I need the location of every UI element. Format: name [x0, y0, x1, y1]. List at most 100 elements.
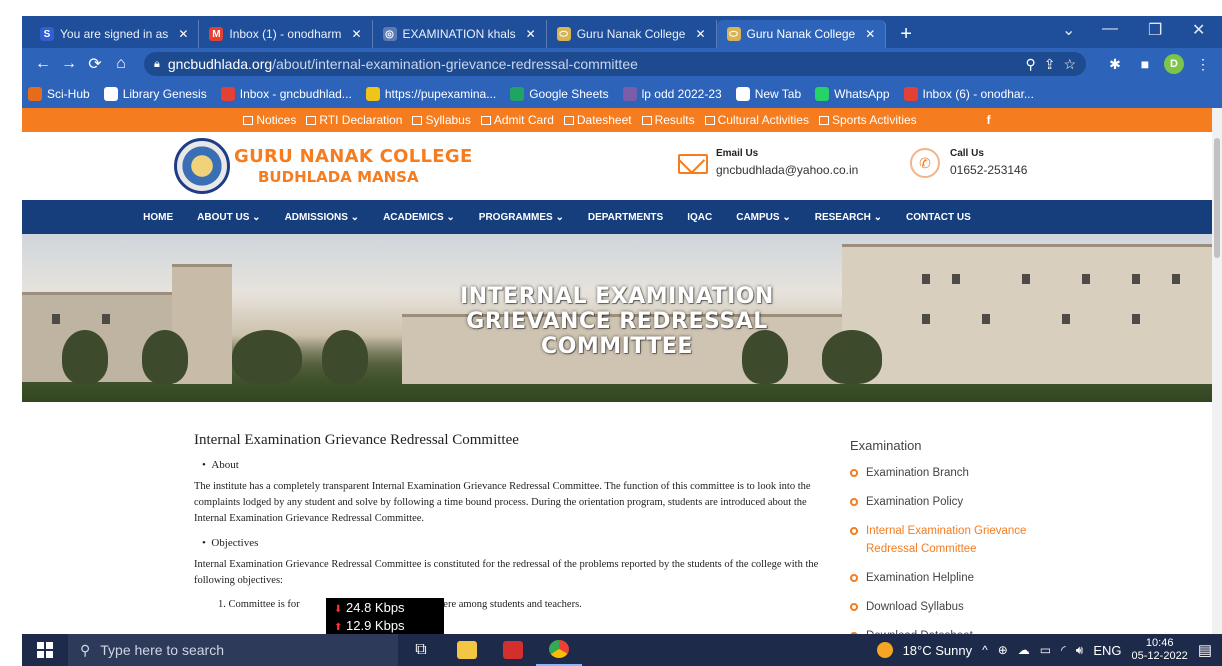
bullet-circle-icon — [850, 603, 858, 611]
tab-search-chevron-icon[interactable]: ⌄ — [1062, 20, 1075, 40]
wifi-icon[interactable]: ◜ — [1061, 643, 1066, 657]
bookmark-label: lp odd 2022-23 — [641, 87, 722, 101]
forward-icon[interactable]: → — [56, 55, 82, 73]
link-icon — [563, 115, 574, 125]
quick-link[interactable]: RTI Declaration — [306, 113, 402, 127]
link-icon — [818, 115, 829, 125]
tab-title: You are signed in as — [60, 27, 169, 41]
close-window-icon[interactable]: ✕ — [1192, 20, 1205, 40]
sidebar-link[interactable]: Internal Examination Grievance Redressal… — [850, 522, 1070, 558]
notification-icon[interactable]: ▤ — [1198, 641, 1212, 659]
bookmark-item[interactable]: Inbox (6) - onodhar... — [903, 87, 1034, 101]
bookmark-item[interactable]: WhatsApp — [815, 87, 890, 101]
tab-close-icon[interactable]: ✕ — [695, 27, 705, 41]
bookmark-item[interactable]: Inbox - gncbudhlad... — [220, 87, 352, 101]
sidebar-link[interactable]: Examination Helpline — [850, 569, 1070, 587]
college-logo[interactable] — [174, 138, 230, 194]
profile-avatar[interactable]: D — [1164, 54, 1184, 74]
college-name[interactable]: GURU NANAK COLLEGE — [234, 146, 473, 167]
tray-expand-icon[interactable]: ^ — [982, 643, 988, 657]
restore-icon[interactable]: ❐ — [1148, 20, 1162, 40]
task-view-button[interactable]: ⧉ — [398, 634, 444, 666]
nav-item[interactable]: CONTACT US — [906, 212, 971, 223]
quick-link[interactable]: Admit Card — [480, 113, 554, 127]
chrome-circle-icon: ◎ — [382, 27, 397, 41]
nav-item[interactable]: IQAC — [687, 212, 712, 223]
quick-link-label: RTI Declaration — [319, 113, 403, 127]
tab-close-icon[interactable]: ✕ — [178, 27, 188, 41]
facebook-icon[interactable]: f — [987, 113, 991, 127]
browser-tab[interactable]: M Inbox (1) - onodharm ✕ — [199, 20, 373, 48]
tab-close-icon[interactable]: ✕ — [351, 27, 361, 41]
quick-link[interactable]: Notices — [243, 113, 296, 127]
sidebar-link[interactable]: Download Syllabus — [850, 598, 1070, 616]
acrobat-button[interactable] — [490, 634, 536, 666]
onedrive-icon[interactable]: ☁ — [1018, 643, 1030, 657]
bookmark-star-icon[interactable]: ☆ — [1063, 56, 1076, 73]
nav-item[interactable]: ADMISSIONS ⌄ — [285, 212, 360, 223]
extensions-icon[interactable]: ✱ — [1104, 56, 1126, 73]
reload-icon[interactable]: ⟳ — [82, 54, 108, 74]
zoom-icon[interactable]: ⚲ — [1025, 56, 1035, 73]
chrome-button[interactable] — [536, 634, 582, 666]
windows-taskbar: ⚲ Type here to search ⧉ 18°C Sunny ^ ⊕ ☁… — [22, 634, 1222, 666]
nav-item[interactable]: RESEARCH ⌄ — [815, 212, 882, 223]
battery-icon[interactable]: ▭ — [1040, 643, 1051, 657]
nav-item[interactable]: ACADEMICS ⌄ — [383, 212, 455, 223]
nav-item[interactable]: CAMPUS ⌄ — [736, 212, 791, 223]
file-explorer-button[interactable] — [444, 634, 490, 666]
sidebar-link-label: Examination Policy — [866, 496, 964, 508]
back-icon[interactable]: ← — [30, 55, 56, 73]
quick-link[interactable]: Datesheet — [563, 113, 632, 127]
sidebar-link[interactable]: Examination Branch — [850, 464, 1070, 482]
nav-item[interactable]: PROGRAMMES ⌄ — [479, 212, 564, 223]
sidebar-link[interactable]: Examination Policy — [850, 493, 1070, 511]
tab-close-icon[interactable]: ✕ — [526, 27, 536, 41]
browser-tab[interactable]: ⬭ Guru Nanak College ✕ — [547, 20, 717, 48]
bookmark-item[interactable]: Library Genesis — [103, 87, 207, 101]
weather-text[interactable]: 18°C Sunny — [903, 643, 973, 658]
taskbar-search-box[interactable]: ⚲ Type here to search — [68, 634, 398, 666]
phone-number[interactable]: 01652-253146 — [950, 163, 1027, 177]
clock[interactable]: 10:46 05-12-2022 — [1132, 637, 1188, 663]
address-bar[interactable]: 🔒︎ gncbudhlada.org/about/internal-examin… — [144, 52, 1086, 76]
email-title: Email Us — [716, 148, 759, 159]
minimize-icon[interactable]: — — [1102, 20, 1118, 38]
bookmark-item[interactable]: Sci-Hub — [28, 87, 90, 101]
browser-tab[interactable]: ⬭ Guru Nanak College ✕ — [716, 20, 887, 48]
quick-link[interactable]: Syllabus — [412, 113, 471, 127]
page-scrollbar[interactable] — [1212, 108, 1222, 634]
nav-item[interactable]: HOME — [143, 212, 173, 223]
search-icon: ⚲ — [80, 641, 91, 658]
network-icon[interactable]: ⊕ — [998, 643, 1008, 657]
main-content: Internal Examination Grievance Redressal… — [194, 402, 834, 610]
call-contact: ✆ Call Us 01652-253146 — [910, 148, 1027, 178]
url-host: gncbudhlada.org — [167, 56, 273, 72]
quick-link[interactable]: Results — [641, 113, 695, 127]
bookmark-item[interactable]: New Tab — [735, 87, 801, 101]
menu-kebab-icon[interactable]: ⋮ — [1192, 56, 1214, 73]
download-speed: 24.8 Kbps — [346, 600, 405, 615]
upload-arrow-icon: ⬆ — [334, 622, 343, 633]
quick-link-label: Syllabus — [425, 113, 471, 127]
new-tab-button[interactable]: + — [886, 20, 926, 48]
nav-item[interactable]: DEPARTMENTS — [588, 212, 663, 223]
browser-tab[interactable]: ◎ EXAMINATION khals ✕ — [373, 20, 547, 48]
browser-tab[interactable]: S You are signed in as ✕ — [30, 20, 200, 48]
volume-icon[interactable]: 🔊︎ — [1076, 643, 1084, 658]
bookmark-item[interactable]: Google Sheets — [510, 87, 609, 101]
quick-link[interactable]: Cultural Activities — [704, 113, 809, 127]
share-icon[interactable]: ⇪ — [1044, 56, 1056, 73]
bookmark-item[interactable]: lp odd 2022-23 — [622, 87, 722, 101]
quick-link[interactable]: Sports Activities — [818, 113, 917, 127]
email-address[interactable]: gncbudhlada@yahoo.co.in — [716, 163, 858, 177]
bookmark-item[interactable]: https://pupexamina... — [365, 87, 496, 101]
start-button[interactable] — [22, 642, 68, 658]
home-icon[interactable]: ⌂ — [108, 55, 134, 73]
nav-item[interactable]: ABOUT US ⌄ — [197, 212, 260, 223]
language-indicator[interactable]: ENG — [1093, 643, 1121, 658]
side-panel-icon[interactable]: ■ — [1134, 56, 1156, 72]
link-icon — [306, 115, 317, 125]
tab-close-icon[interactable]: ✕ — [865, 27, 875, 41]
folder-icon — [457, 641, 477, 659]
